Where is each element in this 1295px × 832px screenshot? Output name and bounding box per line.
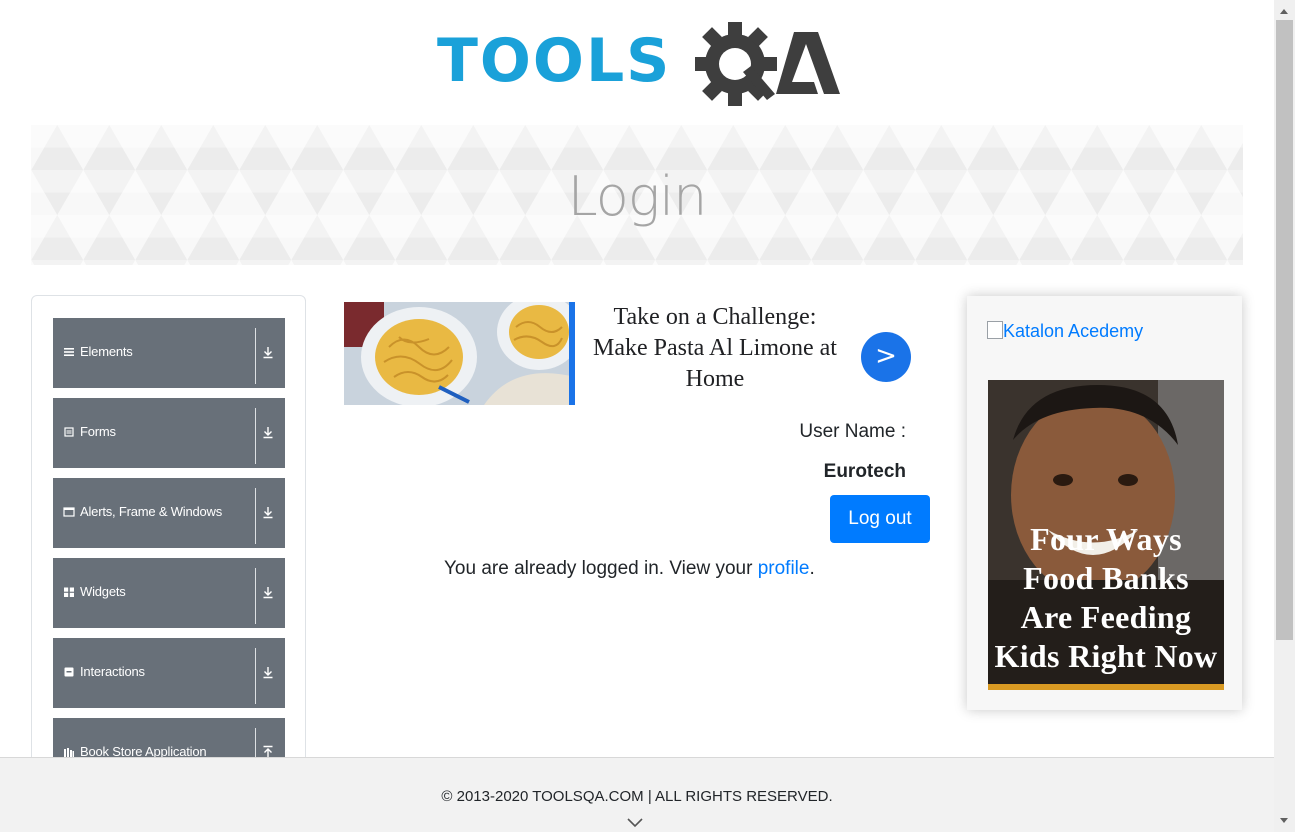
divider [255, 328, 256, 384]
download-arrow-icon [263, 667, 273, 679]
group-label: Interactions [80, 664, 145, 679]
ad-headline-line: Take on a Challenge: [613, 304, 817, 330]
scroll-up-arrow-icon[interactable] [1278, 6, 1290, 16]
group-label: Widgets [80, 584, 126, 599]
ad-accent-bar [988, 684, 1224, 690]
food-banks-ad[interactable]: Four Ways Food Banks Are Feeding Kids Ri… [988, 380, 1224, 690]
right-advertisement: Katalon Acedemy Four Ways Food Banks Are… [967, 296, 1242, 710]
scroll-down-arrow-icon[interactable] [1278, 816, 1290, 826]
group-alerts-frame-windows[interactable]: Alerts, Frame & Windows [53, 478, 285, 548]
ad-headline-line: Home [685, 366, 745, 392]
already-logged-in-message: You are already logged in. View your pro… [444, 558, 815, 580]
copyright-text: © 2013-2020 TOOLSQA.COM | ALL RIGHTS RES… [441, 788, 833, 805]
page: TOOLS Q A Login [0, 0, 1274, 832]
page-title: Login [567, 165, 708, 228]
logo-a-mark: A [776, 32, 840, 94]
divider [255, 408, 256, 464]
interactions-icon [64, 667, 74, 677]
download-arrow-icon [263, 587, 273, 599]
food-banks-headline: Four Ways Food Banks Are Feeding Kids Ri… [988, 520, 1224, 676]
download-arrow-icon [263, 507, 273, 519]
ad-line: Are Feeding [1020, 599, 1192, 635]
broken-image-icon [987, 321, 1003, 339]
scrollbar-thumb[interactable] [1276, 20, 1293, 640]
toolsqa-logo[interactable]: TOOLS Q A [437, 18, 841, 114]
ad-headline: Take on a Challenge: Make Pasta Al Limon… [584, 302, 846, 395]
katalon-alt-text: Katalon Acedemy [1003, 321, 1144, 341]
gear-q-icon: Q [695, 22, 777, 106]
divider [255, 488, 256, 544]
window-icon [63, 507, 75, 517]
ad-line: Food Banks [1023, 560, 1189, 596]
divider [255, 648, 256, 704]
group-widgets[interactable]: Widgets [53, 558, 285, 628]
already-logged-in-text: You are already logged in. View your [444, 558, 753, 579]
group-elements[interactable]: Elements [53, 318, 285, 388]
pasta-advertisement[interactable]: Take on a Challenge: Make Pasta Al Limon… [344, 302, 916, 405]
already-logged-in-end: . [809, 558, 815, 579]
pasta-photo [344, 302, 575, 405]
logout-button[interactable]: Log out [830, 495, 930, 543]
left-panel: Elements Forms Alerts, Frame & Windows W… [31, 295, 306, 767]
divider [255, 568, 256, 624]
ad-line: Four Ways [1030, 521, 1182, 557]
chevron-down-icon[interactable] [626, 816, 644, 828]
profile-link[interactable]: profile [758, 558, 810, 579]
group-label: Forms [80, 424, 116, 439]
group-label: Elements [80, 344, 133, 359]
download-arrow-icon [263, 347, 273, 359]
footer: © 2013-2020 TOOLSQA.COM | ALL RIGHTS RES… [0, 757, 1274, 832]
form-icon [64, 427, 74, 437]
ad-headline-line: Make Pasta Al Limone at [593, 335, 837, 361]
page-banner: Login [31, 125, 1243, 265]
ad-line: Kids Right Now [994, 638, 1218, 674]
ad-next-button[interactable]: > [861, 332, 911, 382]
download-arrow-icon [263, 427, 273, 439]
group-label: Alerts, Frame & Windows [80, 504, 223, 519]
widgets-icon [64, 587, 74, 597]
group-forms[interactable]: Forms [53, 398, 285, 468]
ad-accent-bar [569, 302, 575, 405]
username-value: Eurotech [823, 461, 906, 482]
group-interactions[interactable]: Interactions [53, 638, 285, 708]
username-label: User Name : [799, 421, 906, 442]
logo-tools-text: TOOLS [437, 26, 672, 96]
list-icon [64, 348, 74, 356]
katalon-academy-link[interactable]: Katalon Acedemy [987, 321, 1143, 342]
